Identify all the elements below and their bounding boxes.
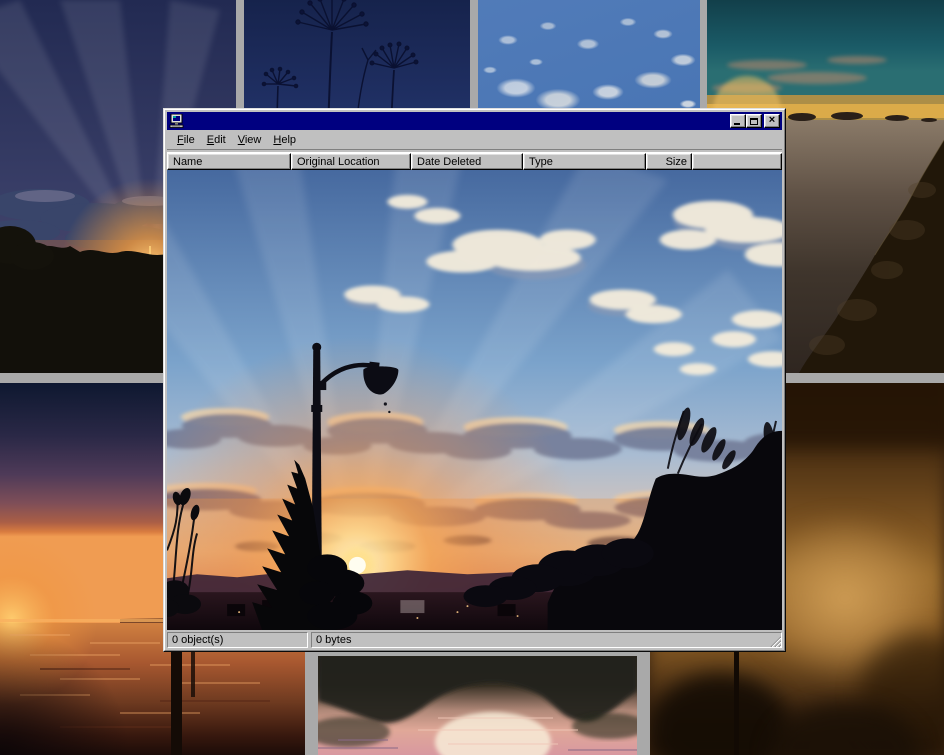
status-objects: 0 object(s) — [167, 632, 308, 648]
resize-grip[interactable] — [768, 634, 781, 647]
window-controls: × — [730, 114, 780, 128]
menu-file[interactable]: File — [171, 132, 201, 148]
menu-edit[interactable]: Edit — [201, 132, 232, 148]
column-header-name[interactable]: Name — [167, 153, 291, 170]
column-header-original-location[interactable]: Original Location — [291, 153, 411, 170]
menu-help[interactable]: Help — [267, 132, 302, 148]
computer-icon — [169, 114, 185, 128]
water-reflections-image — [318, 656, 637, 755]
minimize-button[interactable] — [730, 114, 746, 128]
sunset-photo — [167, 170, 782, 630]
minimize-icon — [734, 123, 740, 125]
close-icon: × — [769, 115, 775, 125]
window-titlebar[interactable]: × — [167, 112, 782, 130]
column-header-date-deleted[interactable]: Date Deleted — [411, 153, 523, 170]
screen: × File Edit View Help Name Original Loca… — [0, 0, 944, 755]
menu-view[interactable]: View — [232, 132, 268, 148]
status-bytes: 0 bytes — [311, 632, 782, 648]
maximize-button[interactable] — [746, 114, 762, 128]
file-list-area[interactable] — [167, 170, 782, 630]
close-button[interactable]: × — [764, 114, 780, 128]
column-header-row: Name Original Location Date Deleted Type… — [167, 153, 782, 170]
column-header-size[interactable]: Size — [646, 153, 692, 170]
window-frame: × File Edit View Help Name Original Loca… — [164, 109, 785, 651]
wallpaper-tile-water-reflections — [318, 656, 637, 755]
recycle-bin-window: × File Edit View Help Name Original Loca… — [163, 108, 786, 652]
status-bar: 0 object(s) 0 bytes — [167, 632, 782, 648]
menu-bar: File Edit View Help — [167, 131, 782, 149]
column-header-type[interactable]: Type — [523, 153, 646, 170]
column-header-blank[interactable] — [692, 153, 782, 170]
maximize-icon — [750, 118, 758, 125]
